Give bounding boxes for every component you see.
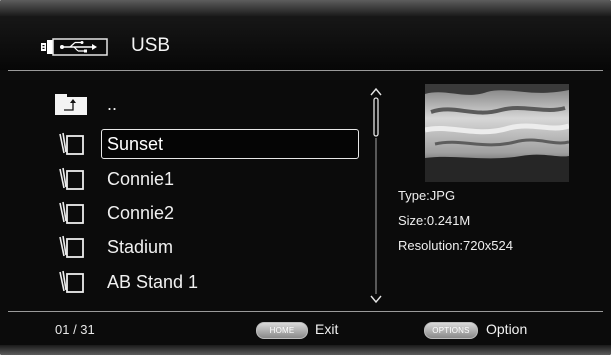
usb-icon — [41, 38, 108, 56]
scrollbar-thumb — [373, 97, 379, 137]
exit-label: Exit — [315, 321, 339, 337]
option-label: Option — [486, 321, 528, 337]
scroll-down-icon — [370, 295, 382, 304]
scroll-up-icon — [370, 87, 382, 96]
home-button-label: HOME — [269, 326, 295, 335]
file-type: Type:JPG — [398, 188, 456, 203]
photos-stack-icon — [59, 132, 84, 155]
sunset-clouds-thumbnail — [425, 84, 569, 182]
photos-stack-icon — [59, 201, 84, 224]
list-item-label: AB Stand 1 — [107, 272, 199, 292]
list-item-label: Connie2 — [107, 203, 175, 223]
parent-folder-icon — [55, 94, 87, 115]
list-item[interactable]: Stadium — [45, 231, 365, 264]
top-bezel — [0, 0, 611, 16]
photos-stack-icon — [59, 235, 84, 258]
home-button[interactable]: HOME — [256, 322, 308, 339]
header-divider — [8, 70, 603, 71]
list-item-label: Stadium — [107, 237, 174, 257]
list-item-label: Sunset — [107, 134, 164, 154]
options-button[interactable]: OPTIONS — [424, 322, 478, 339]
list-item-label: Connie1 — [107, 169, 175, 189]
list-item[interactable]: AB Stand 1 — [45, 266, 365, 299]
options-button-label: OPTIONS — [432, 326, 470, 335]
list-item-parent[interactable]: .. — [45, 88, 365, 121]
list-item[interactable]: Connie2 — [45, 197, 365, 230]
media-browser-screen: USB .. Sunset Connie1 Connie2 Stadium AB… — [0, 0, 611, 355]
file-size: Size:0.241M — [398, 213, 471, 228]
photos-stack-icon — [59, 167, 84, 190]
footer-divider — [8, 311, 603, 312]
list-item-selected[interactable]: Sunset — [45, 128, 365, 161]
list-item[interactable]: Connie1 — [45, 163, 365, 196]
list-item-label: .. — [107, 94, 118, 114]
bottom-bezel — [0, 345, 611, 355]
list-scrollbar[interactable] — [368, 84, 384, 308]
file-resolution: Resolution:720x524 — [398, 238, 513, 253]
page-count: 01 / 31 — [55, 322, 95, 337]
file-list: .. Sunset Connie1 Connie2 Stadium AB Sta… — [45, 88, 365, 308]
photos-stack-icon — [59, 270, 84, 293]
header-title: USB — [131, 35, 171, 56]
